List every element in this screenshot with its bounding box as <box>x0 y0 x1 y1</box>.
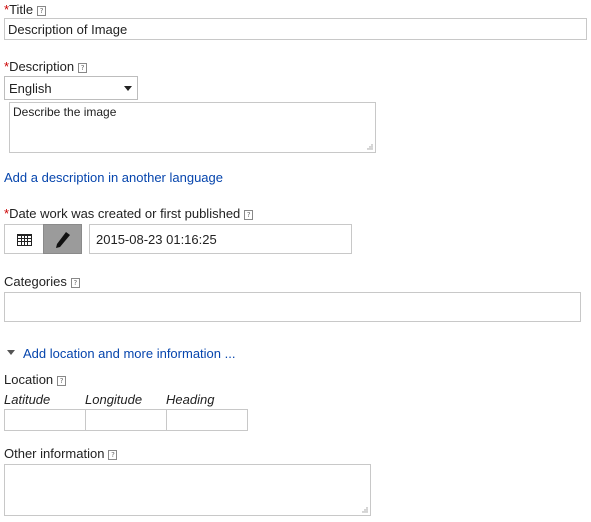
latitude-input[interactable] <box>4 409 86 431</box>
description-label: *Description? <box>4 59 88 74</box>
categories-label: Categories? <box>4 274 80 289</box>
help-icon[interactable]: ? <box>57 376 67 386</box>
title-label-text: Title <box>9 2 34 17</box>
location-label: Location? <box>4 372 67 387</box>
location-label-text: Location <box>4 372 54 387</box>
calendar-grid-icon <box>17 234 32 246</box>
description-textarea[interactable]: Describe the image <box>9 102 376 153</box>
resize-grip-icon[interactable] <box>365 142 373 150</box>
date-input[interactable]: 2015-08-23 01:16:25 <box>89 224 352 254</box>
language-select[interactable]: English <box>4 76 138 100</box>
triangle-down-icon <box>7 350 15 355</box>
categories-input[interactable] <box>4 292 581 322</box>
longitude-input[interactable] <box>85 409 167 431</box>
latitude-label: Latitude <box>4 392 51 407</box>
heading-label: Heading <box>166 392 215 407</box>
date-label: *Date work was created or first publishe… <box>4 206 254 221</box>
description-label-text: Description <box>9 59 75 74</box>
help-icon[interactable]: ? <box>70 278 80 288</box>
date-input-value: 2015-08-23 01:16:25 <box>96 232 217 247</box>
title-label: *Title? <box>4 2 47 17</box>
language-select-value: English <box>9 81 52 96</box>
title-input[interactable]: Description of Image <box>4 18 587 40</box>
longitude-label: Longitude <box>85 392 143 407</box>
help-icon[interactable]: ? <box>108 450 118 460</box>
date-label-text: Date work was created or first published <box>9 206 241 221</box>
pencil-icon <box>56 232 70 248</box>
help-icon[interactable]: ? <box>37 6 47 16</box>
text-mode-button[interactable] <box>43 224 82 254</box>
description-placeholder: Describe the image <box>13 105 117 119</box>
calendar-mode-button[interactable] <box>4 224 44 254</box>
resize-grip-icon[interactable] <box>360 505 368 513</box>
categories-label-text: Categories <box>4 274 67 289</box>
chevron-down-icon <box>124 86 132 91</box>
other-information-label: Other information? <box>4 446 118 461</box>
heading-input[interactable] <box>166 409 248 431</box>
location-toggle-link[interactable]: Add location and more information ... <box>23 346 235 361</box>
add-language-link[interactable]: Add a description in another language <box>4 170 223 185</box>
help-icon[interactable]: ? <box>244 210 254 220</box>
other-information-textarea[interactable] <box>4 464 371 516</box>
help-icon[interactable]: ? <box>78 63 88 73</box>
other-information-label-text: Other information <box>4 446 105 461</box>
title-input-value: Description of Image <box>8 22 128 37</box>
